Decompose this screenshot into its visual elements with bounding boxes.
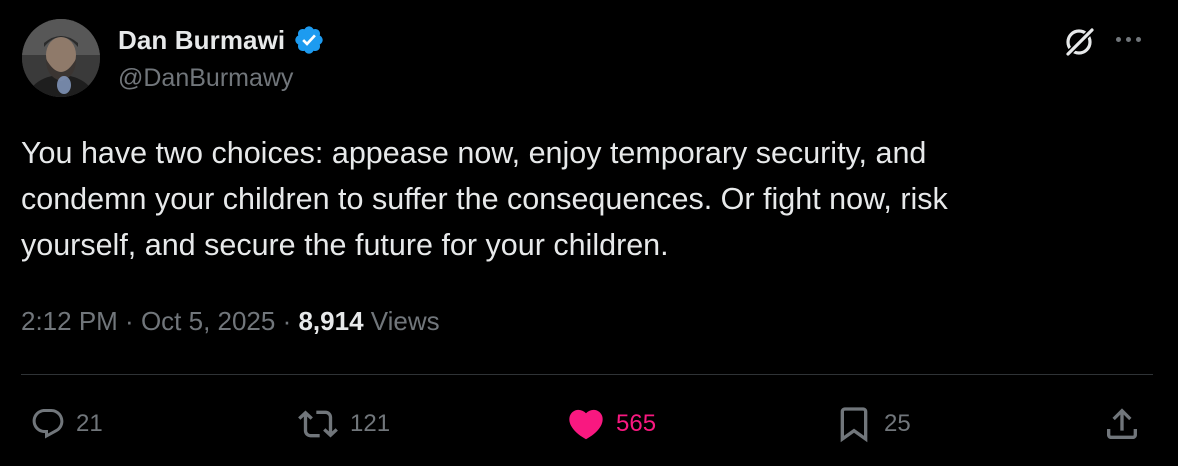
- meta-separator: ·: [275, 306, 299, 336]
- more-dot: [1126, 36, 1131, 42]
- more-icon[interactable]: [1116, 32, 1152, 46]
- more-dot: [1116, 36, 1121, 42]
- author-name-row: Dan Burmawi: [118, 24, 325, 56]
- bookmark-count: 25: [884, 410, 911, 437]
- more-dot: [1136, 36, 1141, 42]
- views-label: Views: [363, 306, 440, 336]
- tweet-date[interactable]: Oct 5, 2025: [141, 306, 275, 337]
- avatar[interactable]: [22, 19, 100, 97]
- bookmark-icon: [840, 407, 868, 443]
- verified-badge-icon: [295, 26, 323, 54]
- grok-icon[interactable]: [1062, 23, 1098, 59]
- like-button[interactable]: 565: [566, 402, 656, 446]
- retweet-count: 121: [350, 410, 391, 437]
- reply-button[interactable]: 21: [30, 402, 103, 446]
- bookmark-button[interactable]: 25: [834, 402, 911, 446]
- divider: [21, 374, 1153, 375]
- tweet-meta: 2:12 PM · Oct 5, 2025 · 8,914 Views: [21, 306, 440, 337]
- heart-icon: [569, 409, 603, 440]
- tweet-text: You have two choices: appease now, enjoy…: [21, 136, 948, 262]
- author-display-name[interactable]: Dan Burmawi: [118, 25, 285, 56]
- like-count: 565: [616, 410, 657, 437]
- reply-icon: [32, 409, 64, 439]
- share-icon: [1107, 408, 1137, 439]
- author-handle[interactable]: @DanBurmawy: [118, 64, 293, 93]
- tweet-time[interactable]: 2:12 PM: [21, 306, 118, 337]
- views-count[interactable]: 8,914: [298, 306, 363, 337]
- retweet-icon: [298, 410, 338, 438]
- tweet: Dan Burmawi @DanBurmawy You have two cho…: [0, 0, 1178, 466]
- profile-photo-icon: [22, 19, 100, 97]
- retweet-button[interactable]: 121: [296, 402, 390, 446]
- meta-separator: ·: [117, 306, 141, 336]
- share-button[interactable]: [1102, 402, 1142, 446]
- reply-count: 21: [76, 410, 103, 437]
